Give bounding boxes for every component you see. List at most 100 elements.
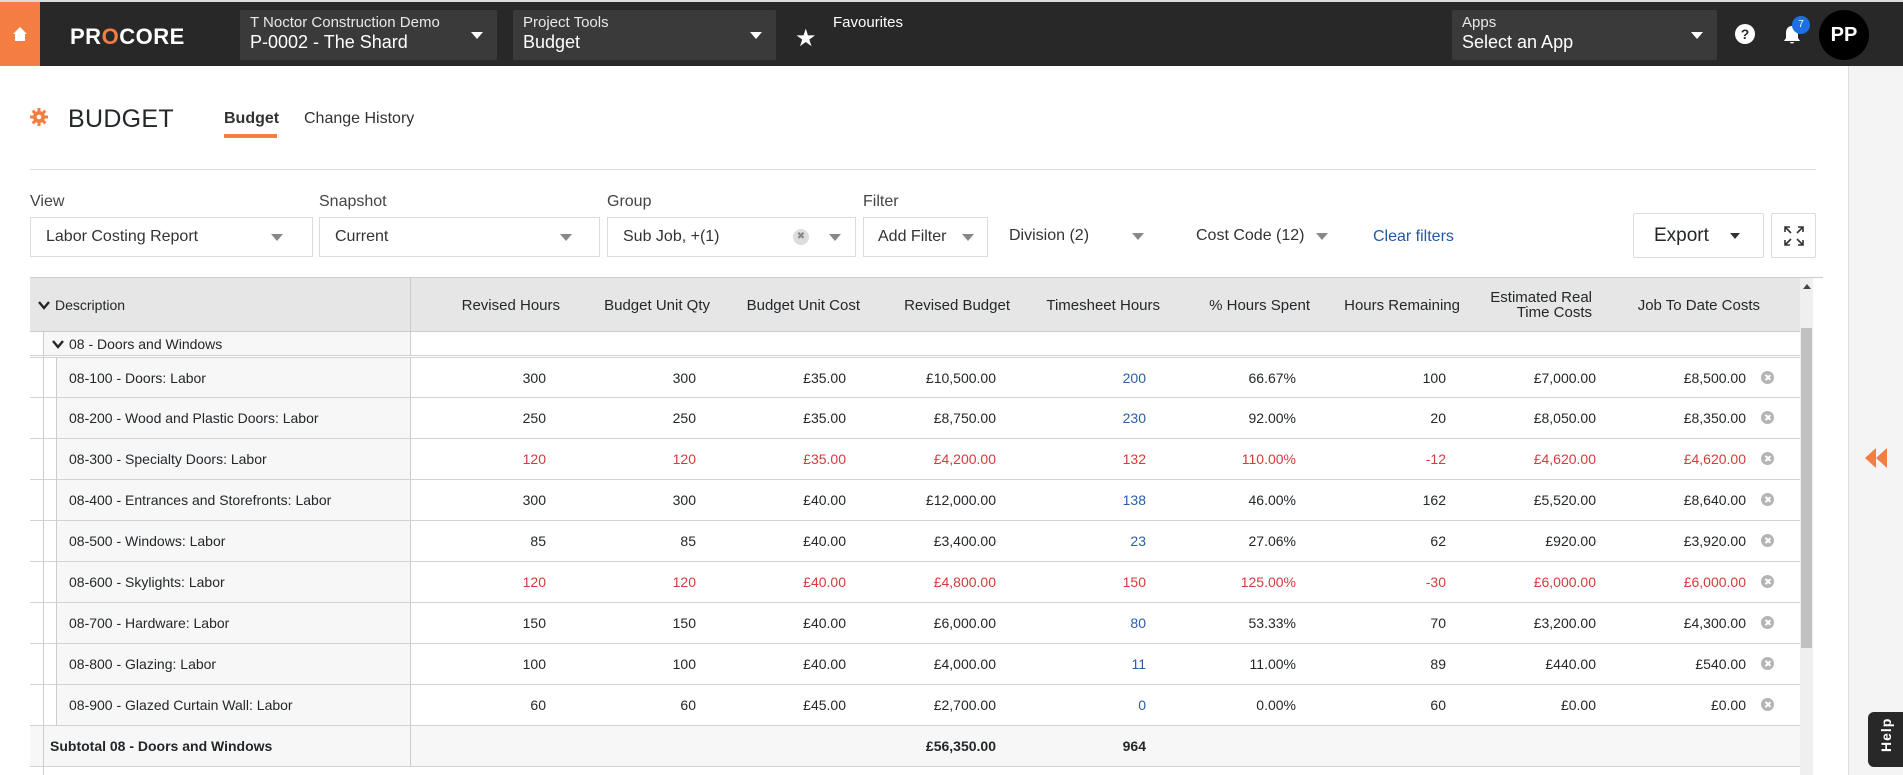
column-header-description[interactable]: Description [30, 278, 411, 332]
right-side-panel [1848, 66, 1903, 775]
fullscreen-button[interactable] [1771, 213, 1816, 258]
cell-timesheet-hours[interactable]: 11 [1010, 644, 1160, 684]
clear-filters-link[interactable]: Clear filters [1373, 228, 1454, 246]
cost-code-description[interactable]: 08-800 - Glazing: Labor [56, 644, 411, 684]
cell-job-to-date-costs: £0.00 [1710, 697, 1746, 713]
cell-hours-spent: 11.00% [1249, 656, 1296, 672]
cell-budget-unit-cost: £35.00 [803, 451, 846, 467]
help-icon[interactable]: ? [1735, 24, 1755, 44]
cell-timesheet-hours[interactable]: 132 [1010, 439, 1160, 479]
gear-icon[interactable] [30, 108, 48, 126]
table-row[interactable]: 08-300 - Specialty Doors: Labor 120 120 £35… [30, 439, 1800, 480]
procore-logo[interactable]: PROCORE [70, 24, 185, 50]
group-row-label[interactable]: 08 - Doors and Windows [43, 332, 411, 355]
cost-code-description[interactable]: 08-900 - Glazed Curtain Wall: Labor [56, 685, 411, 725]
column-header-revised-hours[interactable]: Revised Hours [411, 278, 560, 332]
remove-row-icon[interactable] [1761, 534, 1774, 547]
cell-timesheet-hours[interactable]: 80 [1010, 603, 1160, 643]
user-avatar[interactable]: PP [1819, 10, 1869, 60]
cost-code-description[interactable]: 08-400 - Entrances and Storefronts: Labo… [56, 480, 411, 520]
cell-budget-unit-cost: £35.00 [803, 369, 846, 386]
remove-row-icon[interactable] [1761, 452, 1774, 465]
tool-selector-label: Project Tools [523, 14, 609, 31]
table-row[interactable]: 08-400 - Entrances and Storefronts: Labo… [30, 480, 1800, 521]
cell-revised-hours: 120 [522, 451, 546, 467]
cell-job-to-date-costs: £540.00 [1695, 656, 1746, 672]
remove-row-icon[interactable] [1761, 411, 1774, 424]
scrollbar-thumb[interactable] [1801, 328, 1812, 648]
tab-change-history[interactable]: Change History [304, 110, 414, 128]
cell-timesheet-hours[interactable]: 23 [1010, 521, 1160, 561]
tab-budget[interactable]: Budget [224, 110, 279, 128]
project-selector[interactable]: T Noctor Construction Demo P-0002 - The … [240, 10, 497, 60]
group-row[interactable]: 08 - Doors and Windows [30, 332, 1800, 356]
remove-row-icon[interactable] [1761, 575, 1774, 588]
group-select[interactable]: Sub Job, +(1) ✖ [607, 217, 856, 257]
vertical-scrollbar[interactable] [1800, 278, 1813, 775]
remove-row-icon[interactable] [1761, 657, 1774, 670]
cost-code-description[interactable]: 08-200 - Wood and Plastic Doors: Labor [56, 398, 411, 438]
cell-job-to-date-costs: £8,350.00 [1683, 410, 1746, 426]
cost-code-filter[interactable]: Cost Code (12) [1186, 217, 1346, 257]
column-header-timesheet-hours[interactable]: Timesheet Hours [1010, 278, 1160, 332]
remove-row-icon[interactable] [1761, 698, 1774, 711]
remove-row-icon[interactable] [1761, 616, 1774, 629]
cell-hours-spent: 27.06% [1248, 533, 1296, 549]
remove-row-icon[interactable] [1761, 370, 1774, 384]
notification-badge: 7 [1792, 16, 1810, 34]
apps-selector[interactable]: Apps Select an App [1452, 10, 1717, 60]
cell-revised-budget: £3,400.00 [933, 533, 996, 549]
cell-timesheet-hours[interactable]: 138 [1010, 480, 1160, 520]
cell-revised-hours: 60 [530, 697, 546, 713]
chevron-down-icon[interactable] [38, 300, 50, 310]
remove-row-icon[interactable] [1761, 493, 1774, 506]
table-row[interactable]: 08-800 - Glazing: Labor 100 100 £40.00 £4,00… [30, 644, 1800, 685]
column-header-hours-spent[interactable]: % Hours Spent [1160, 278, 1310, 332]
clear-group-icon[interactable]: ✖ [793, 229, 809, 245]
column-header-budget-unit-qty[interactable]: Budget Unit Qty [560, 278, 710, 332]
cell-hours-spent: 92.00% [1248, 410, 1296, 426]
cell-timesheet-hours[interactable]: 0 [1010, 685, 1160, 725]
table-row[interactable]: 08-500 - Windows: Labor 85 85 £40.00 £3,400.… [30, 521, 1800, 562]
snapshot-select[interactable]: Current [319, 217, 600, 257]
expand-panel-icon[interactable] [1865, 448, 1887, 468]
chevron-down-icon[interactable] [52, 339, 64, 349]
column-header-budget-unit-cost[interactable]: Budget Unit Cost [710, 278, 860, 332]
cost-code-description[interactable]: 08-700 - Hardware: Labor [56, 603, 411, 643]
column-header-job-to-date-costs[interactable]: Job To Date Costs [1610, 278, 1760, 332]
column-header-hours-remaining[interactable]: Hours Remaining [1310, 278, 1460, 332]
scroll-up-icon[interactable] [1803, 284, 1811, 289]
cell-timesheet-hours[interactable]: 230 [1010, 398, 1160, 438]
table-row[interactable]: 08-100 - Doors: Labor 300 300 £35.00 £10,500… [30, 357, 1800, 398]
table-row[interactable]: 08-900 - Glazed Curtain Wall: Labor 60 60 £… [30, 685, 1800, 726]
cell-revised-budget: £6,000.00 [933, 615, 996, 631]
table-row[interactable]: 08-600 - Skylights: Labor 120 120 £40.00 £4,… [30, 562, 1800, 603]
tool-selector[interactable]: Project Tools Budget [513, 10, 776, 60]
add-filter-select[interactable]: Add Filter [863, 217, 988, 257]
cost-code-description[interactable]: 08-100 - Doors: Labor [56, 358, 411, 397]
home-button[interactable] [0, 2, 40, 66]
view-select[interactable]: Labor Costing Report [30, 217, 313, 257]
export-button[interactable]: Export [1633, 213, 1764, 258]
table-row[interactable]: 08-200 - Wood and Plastic Doors: Labor 25… [30, 398, 1800, 439]
cost-code-description[interactable]: 08-300 - Specialty Doors: Labor [56, 439, 411, 479]
column-header-revised-budget[interactable]: Revised Budget [860, 278, 1010, 332]
table-row[interactable]: 08-700 - Hardware: Labor 150 150 £40.00 £6,0… [30, 603, 1800, 644]
caret-down-icon [471, 32, 483, 39]
help-tab[interactable]: Help [1868, 712, 1903, 767]
column-header-estimated-real-time-costs[interactable]: Estimated Real Time Costs [1460, 278, 1592, 332]
cost-code-description[interactable]: 08-500 - Windows: Labor [56, 521, 411, 561]
cell-revised-budget: £8,750.00 [933, 410, 996, 426]
cell-hours-spent: 46.00% [1248, 492, 1296, 508]
cost-code-description[interactable]: 08-600 - Skylights: Labor [56, 562, 411, 602]
division-filter[interactable]: Division (2) [999, 217, 1159, 257]
cell-budget-unit-cost: £40.00 [803, 492, 846, 508]
add-filter-value: Add Filter [878, 228, 947, 245]
star-icon: ★ [795, 25, 817, 52]
caret-down-icon [962, 234, 974, 241]
cell-timesheet-hours[interactable]: 150 [1010, 562, 1160, 602]
cell-timesheet-hours[interactable]: 200 [1010, 358, 1160, 397]
cell-hours-spent: 66.67% [1248, 369, 1296, 386]
cell-budget-unit-qty: 300 [672, 492, 696, 508]
caret-down-icon [1730, 233, 1740, 239]
